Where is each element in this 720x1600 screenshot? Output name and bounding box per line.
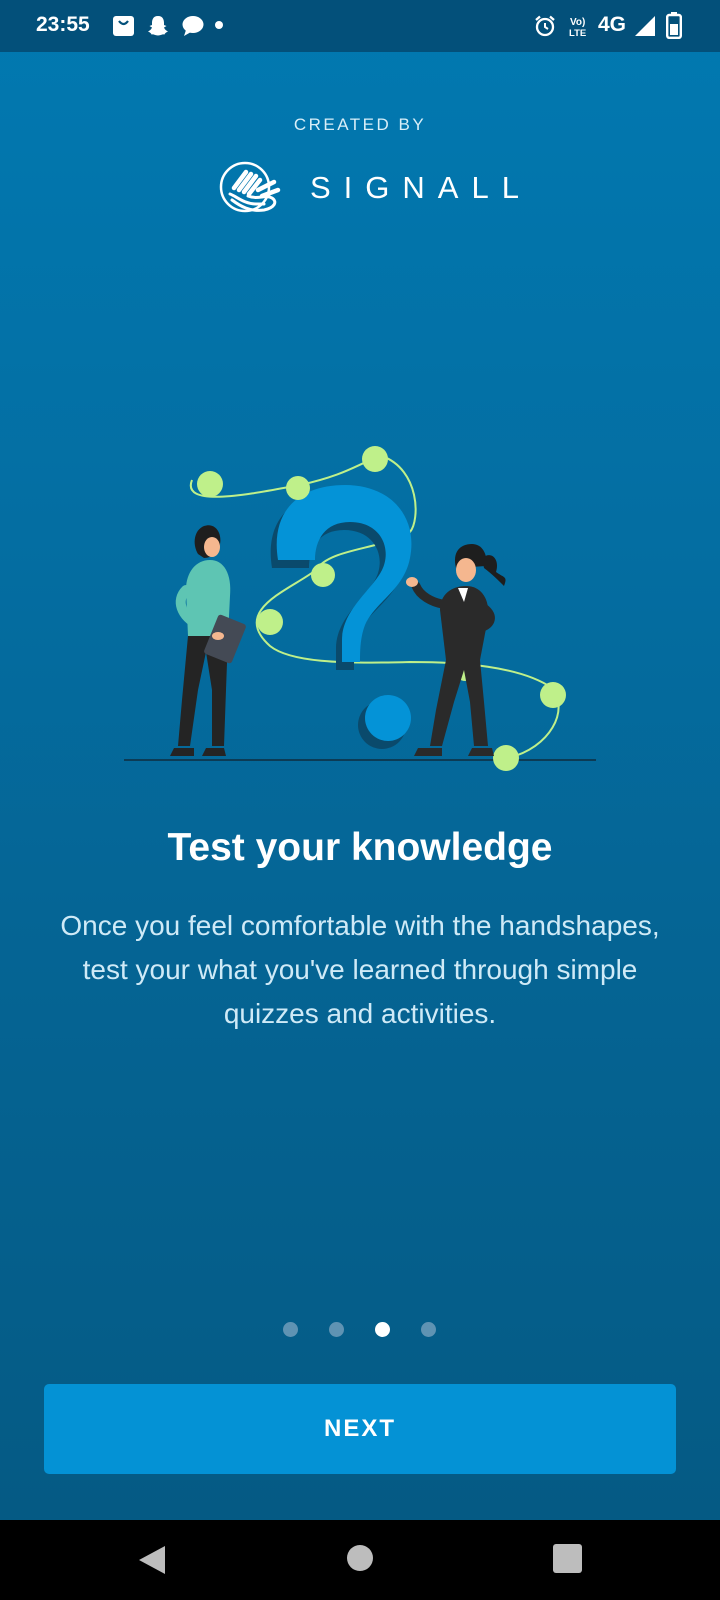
created-by-label: CREATED BY [293, 115, 427, 134]
quiz-illustration [124, 446, 596, 771]
battery-icon [666, 12, 682, 39]
status-time: 23:55 [36, 13, 90, 36]
svg-text:Vo): Vo) [570, 17, 585, 28]
onboarding-title: Test your knowledge [167, 826, 553, 869]
onboarding-screen: 23:55 Vo) LTE 4G CREATED BY SIGNALL Test… [0, 0, 720, 1520]
status-bar: 23:55 Vo) LTE 4G [0, 0, 720, 52]
question-dot [365, 695, 411, 741]
onboarding-description: Once you feel comfortable with the hands… [60, 910, 660, 1029]
network-type: 4G [598, 13, 627, 36]
page-dot-4[interactable] [421, 1322, 436, 1337]
snapchat-ghost-icon [148, 16, 168, 36]
person-with-tablet [170, 525, 246, 756]
page-dot-1[interactable] [283, 1322, 298, 1337]
person-pointing [406, 544, 506, 756]
page-indicator [0, 1322, 720, 1342]
next-button[interactable]: NEXT [44, 1384, 676, 1474]
signall-hands-logo-icon [219, 161, 281, 213]
alarm-icon [535, 15, 555, 37]
dot-icon [215, 21, 223, 29]
shopping-bag-icon [113, 16, 134, 36]
chat-bubble-icon [182, 16, 204, 36]
home-icon[interactable] [346, 1544, 374, 1572]
page-dot-3-active[interactable] [375, 1322, 390, 1337]
brand-name: SIGNALL [310, 170, 532, 205]
signal-icon [635, 16, 655, 36]
volte-icon: Vo) LTE [569, 17, 586, 39]
question-mark [276, 485, 412, 662]
back-icon[interactable] [137, 1544, 167, 1576]
svg-text:LTE: LTE [569, 28, 586, 39]
page-dot-2[interactable] [329, 1322, 344, 1337]
system-nav-bar [0, 1520, 720, 1600]
recents-icon[interactable] [553, 1544, 582, 1573]
